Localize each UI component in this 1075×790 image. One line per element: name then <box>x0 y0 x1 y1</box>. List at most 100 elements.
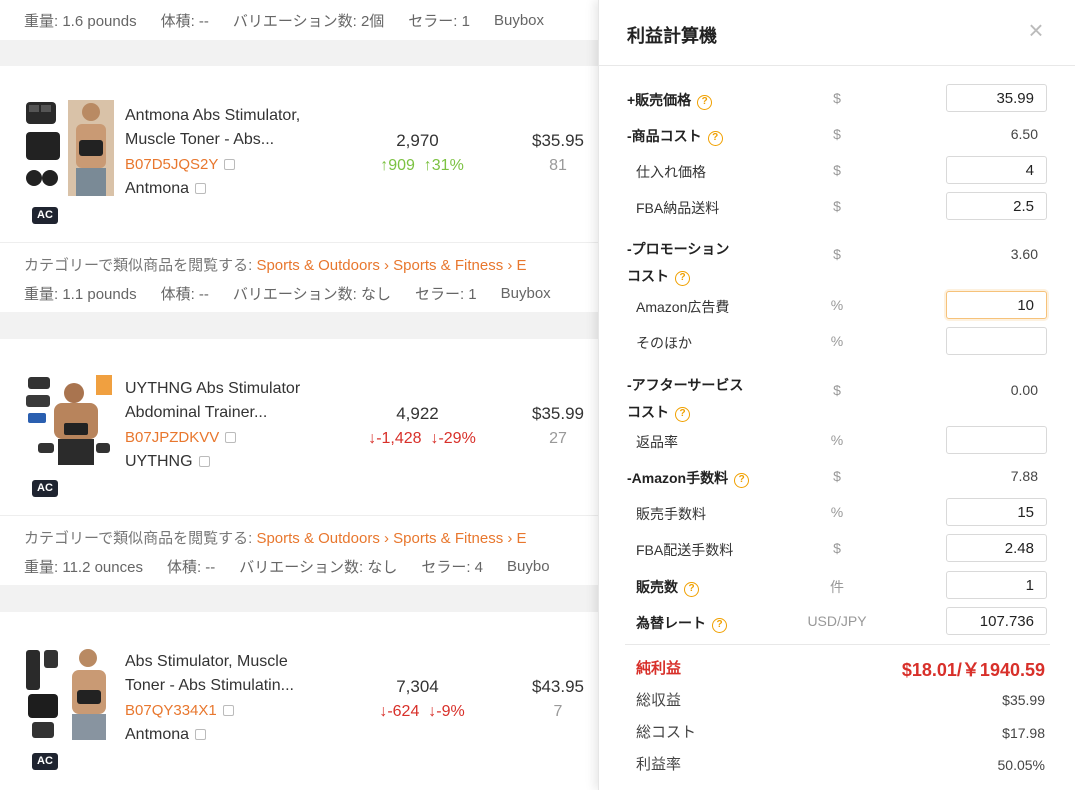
category-prefix: カテゴリーで類似商品を閲覧する: <box>24 530 257 547</box>
exchange-rate-label: 為替レート? <box>636 613 727 633</box>
sellers-text: セラー: 4 <box>421 559 484 576</box>
help-icon[interactable]: ? <box>734 473 750 488</box>
net-profit-value: $18.01/￥1940.59 <box>901 660 1045 680</box>
asin-link[interactable]: B07QY334X1 <box>125 702 234 719</box>
unit-label: $ <box>833 246 841 262</box>
sale-price-label-text: +販売価格 <box>627 92 692 108</box>
quantity-input[interactable] <box>946 571 1047 599</box>
after-service-label-line2: コスト <box>627 404 669 420</box>
brand-link[interactable]: Antmona <box>125 180 207 198</box>
promotion-cost-label: -プロモーション コスト? <box>627 236 729 290</box>
gross-revenue-label: 総収益 <box>636 692 682 709</box>
variations-text: バリエーション数: なし <box>232 286 391 303</box>
unit-label: $ <box>833 382 841 398</box>
external-link-icon[interactable] <box>222 705 234 716</box>
unit-label: % <box>830 432 844 448</box>
category-link[interactable]: Sports & Outdoors › Sports & Fitness › E <box>256 257 526 274</box>
sales-fee-row: 販売手数料 % <box>599 498 1075 528</box>
product-sub-value: 81 <box>549 157 567 174</box>
asin-text: B07D5JQS2Y <box>125 156 219 173</box>
external-link-icon[interactable] <box>195 183 207 194</box>
other-cost-label: そのほか <box>636 335 692 351</box>
brand-link[interactable]: Antmona <box>125 726 207 744</box>
promotion-cost-row: -プロモーション コスト? $ 3.60 <box>599 240 1075 286</box>
ac-badge: AC <box>32 207 58 224</box>
product-price: $35.99 <box>532 404 584 423</box>
after-service-label: -アフターサービス コスト? <box>627 372 743 426</box>
close-icon[interactable]: × <box>1025 17 1047 43</box>
return-rate-row: 返品率 % <box>599 426 1075 456</box>
help-icon[interactable]: ? <box>684 582 699 597</box>
product-cost-row: -商品コスト? $ 6.50 <box>599 120 1075 150</box>
help-icon[interactable]: ? <box>675 271 690 286</box>
sales-rank: 2,970 <box>396 131 439 150</box>
unit-label: USD/JPY <box>807 613 867 629</box>
help-icon[interactable]: ? <box>697 95 713 110</box>
product-title-line2: Toner - Abs Stimulatin... <box>125 677 294 694</box>
product-title-line2: Abdominal Trainer... <box>125 404 268 421</box>
product-image[interactable] <box>24 373 114 469</box>
sale-price-label: +販売価格? <box>627 90 713 110</box>
product-image[interactable] <box>24 100 114 196</box>
product-title-line1: Abs Stimulator, Muscle <box>125 653 288 670</box>
help-icon[interactable]: ? <box>712 618 727 633</box>
purchase-price-input[interactable] <box>946 156 1047 184</box>
purchase-price-row: 仕入れ価格 $ <box>599 156 1075 186</box>
help-icon[interactable]: ? <box>707 131 723 146</box>
volume-text: 体積: -- <box>160 13 209 30</box>
rank-change: ↓-624 ↓-9% <box>352 703 492 721</box>
divider <box>625 644 1050 645</box>
unit-label: $ <box>833 468 841 484</box>
product-title[interactable]: Abs Stimulator, Muscle Toner - Abs Stimu… <box>125 650 335 698</box>
divider <box>0 242 605 243</box>
external-link-icon[interactable] <box>195 729 207 740</box>
external-link-icon[interactable] <box>225 432 237 443</box>
amazon-ads-input[interactable] <box>946 291 1047 319</box>
ac-badge: AC <box>32 753 58 770</box>
asin-text: B07JPZDKVV <box>125 429 220 446</box>
profit-rate-value: 50.05% <box>997 757 1045 773</box>
product-title[interactable]: UYTHNG Abs Stimulator Abdominal Trainer.… <box>125 377 335 425</box>
asin-link[interactable]: B07JPZDKVV <box>125 429 237 446</box>
after-service-row: -アフターサービス コスト? $ 0.00 <box>599 376 1075 422</box>
fba-fee-input[interactable] <box>946 534 1047 562</box>
product-sub-value: 7 <box>553 703 563 720</box>
amazon-fee-label-text: -Amazon手数料 <box>627 470 729 486</box>
other-cost-row: そのほか % <box>599 327 1075 357</box>
promotion-cost-label-line2: コスト <box>627 268 669 284</box>
product-sub-value: 27 <box>549 430 567 447</box>
external-link-icon[interactable] <box>224 159 236 170</box>
product-card: AC Abs Stimulator, Muscle Toner - Abs St… <box>0 612 605 790</box>
fba-inbound-row: FBA納品送料 $ <box>599 192 1075 222</box>
asin-link[interactable]: B07D5JQS2Y <box>125 156 236 173</box>
rank-change-percent: ↓-29% <box>430 430 476 447</box>
promotion-cost-value: 3.60 <box>1010 246 1038 262</box>
exchange-rate-input[interactable] <box>946 607 1047 635</box>
total-cost-value: $17.98 <box>1002 725 1045 741</box>
category-link[interactable]: Sports & Outdoors › Sports & Fitness › E <box>256 530 526 547</box>
top-meta-card: 重量: 1.6 pounds 体積: -- バリエーション数: 2個 セラー: … <box>0 0 605 40</box>
sales-rank: 4,922 <box>396 404 439 423</box>
quantity-row: 販売数? 件 <box>599 571 1075 601</box>
amazon-fee-row: -Amazon手数料? $ 7.88 <box>599 462 1075 492</box>
after-service-value: 0.00 <box>1010 382 1038 398</box>
brand-link[interactable]: UYTHNG <box>125 453 210 471</box>
sales-fee-input[interactable] <box>946 498 1047 526</box>
fba-inbound-input[interactable] <box>946 192 1047 220</box>
other-cost-input[interactable] <box>946 327 1047 355</box>
sale-price-input[interactable] <box>946 84 1047 112</box>
return-rate-label: 返品率 <box>636 434 678 450</box>
total-cost-label: 総コスト <box>636 724 697 741</box>
sellers-text: セラー: 1 <box>408 13 470 30</box>
unit-label: $ <box>833 198 841 214</box>
product-meta-row: 重量: 11.2 ounces 体積: -- バリエーション数: なし セラー:… <box>24 556 574 577</box>
fba-fee-label: FBA配送手数料 <box>636 542 734 558</box>
external-link-icon[interactable] <box>198 456 210 467</box>
buybox-text: Buybo <box>507 558 550 575</box>
product-title[interactable]: Antmona Abs Stimulator, Muscle Toner - A… <box>125 104 335 152</box>
calculator-header: 利益計算機 × <box>599 0 1075 66</box>
return-rate-input[interactable] <box>946 426 1047 454</box>
profit-calculator-panel: 利益計算機 × +販売価格? $ -商品コスト? $ 6.50 仕入れ価格 $ … <box>598 0 1075 790</box>
help-icon[interactable]: ? <box>675 407 690 422</box>
product-image[interactable] <box>24 646 114 742</box>
